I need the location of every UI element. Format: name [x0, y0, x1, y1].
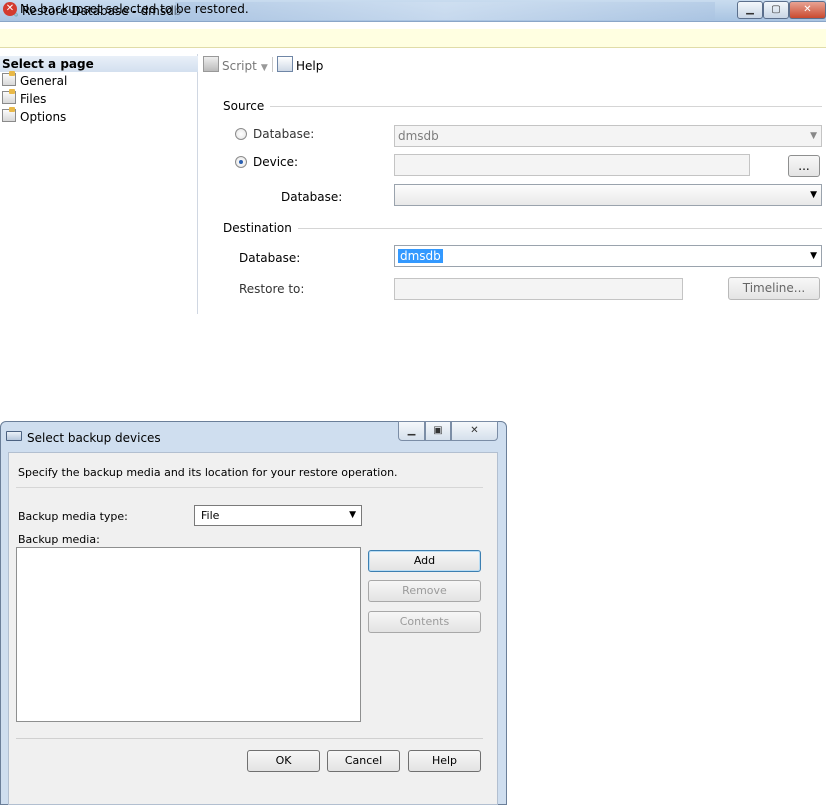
error-icon: ✕	[3, 2, 17, 16]
chevron-down-icon: ▼	[810, 131, 817, 141]
backup-media-type-label: Backup media type:	[18, 510, 128, 523]
cancel-button[interactable]: Cancel	[327, 750, 400, 772]
destination-database-select[interactable]: dmsdb ▼	[394, 245, 822, 267]
help-icon	[277, 56, 293, 72]
device-database-select[interactable]: ▼	[394, 184, 822, 206]
device-radio-label: Device:	[253, 155, 299, 169]
error-bar	[0, 29, 826, 48]
page-item-files[interactable]: Files	[2, 89, 47, 107]
chevron-down-icon: ▼	[349, 510, 356, 520]
titlebar-background	[175, 2, 715, 20]
page-item-options[interactable]: Options	[2, 107, 67, 125]
script-label: Script	[222, 59, 257, 73]
dialog-minimize-button[interactable]: ▁	[398, 421, 425, 441]
source-divider	[266, 106, 822, 107]
device-database-label: Database:	[281, 190, 343, 204]
add-button[interactable]: Add	[368, 550, 481, 572]
help-button[interactable]: Help	[277, 56, 323, 74]
dialog-maximize-button[interactable]: ▣	[425, 421, 451, 441]
script-button[interactable]: Script ▼	[203, 56, 268, 76]
dialog-title: Select backup devices	[27, 431, 161, 445]
script-icon	[203, 56, 219, 72]
database-radio[interactable]	[235, 128, 247, 140]
restore-to-field	[394, 278, 683, 300]
chevron-down-icon: ▼	[810, 190, 817, 200]
source-database-value: dmsdb	[398, 129, 439, 143]
destination-database-value: dmsdb	[398, 249, 443, 263]
backup-media-list[interactable]	[16, 547, 361, 722]
page-icon	[2, 107, 16, 122]
minimize-button[interactable]: ▁	[737, 1, 763, 19]
backup-media-label: Backup media:	[18, 533, 100, 546]
chevron-down-icon: ▼	[810, 251, 817, 261]
source-database-select: dmsdb ▼	[394, 125, 822, 147]
device-radio[interactable]	[235, 156, 247, 168]
destination-divider	[294, 228, 822, 229]
toolbar-separator	[272, 57, 273, 72]
backup-media-type-select[interactable]: File ▼	[194, 505, 362, 526]
close-button[interactable]: ✕	[789, 1, 826, 19]
restore-to-label: Restore to:	[239, 282, 305, 296]
help-label: Help	[296, 59, 324, 73]
browse-device-button[interactable]: ...	[788, 155, 820, 177]
page-icon	[2, 89, 16, 104]
destination-section-label: Destination	[223, 221, 298, 235]
page-item-general[interactable]: General	[2, 71, 68, 89]
device-field	[394, 154, 750, 176]
database-radio-label: Database:	[253, 127, 315, 141]
destination-database-label: Database:	[239, 251, 301, 265]
dialog-bottom-separator	[16, 738, 483, 739]
ok-button[interactable]: OK	[247, 750, 320, 772]
page-item-label: Files	[20, 92, 47, 106]
contents-button[interactable]: Contents	[368, 611, 481, 633]
dialog-separator	[16, 487, 483, 488]
dialog-help-button[interactable]: Help	[408, 750, 481, 772]
timeline-button[interactable]: Timeline...	[728, 277, 820, 300]
dialog-instruction: Specify the backup media and its locatio…	[18, 466, 398, 479]
page-item-label: Options	[20, 110, 67, 124]
backup-media-type-value: File	[201, 509, 220, 522]
page-item-label: General	[20, 74, 68, 88]
chevron-down-icon[interactable]: ▼	[261, 63, 268, 73]
error-message: No backupset selected to be restored.	[20, 2, 249, 16]
source-section-label: Source	[223, 99, 271, 113]
dialog-close-button[interactable]: ✕	[451, 421, 498, 441]
select-page-header: Select a page	[0, 56, 198, 72]
dialog-window-icon	[6, 431, 22, 441]
remove-button[interactable]: Remove	[368, 580, 481, 602]
page-icon	[2, 71, 16, 86]
maximize-button[interactable]: ▢	[763, 1, 789, 19]
